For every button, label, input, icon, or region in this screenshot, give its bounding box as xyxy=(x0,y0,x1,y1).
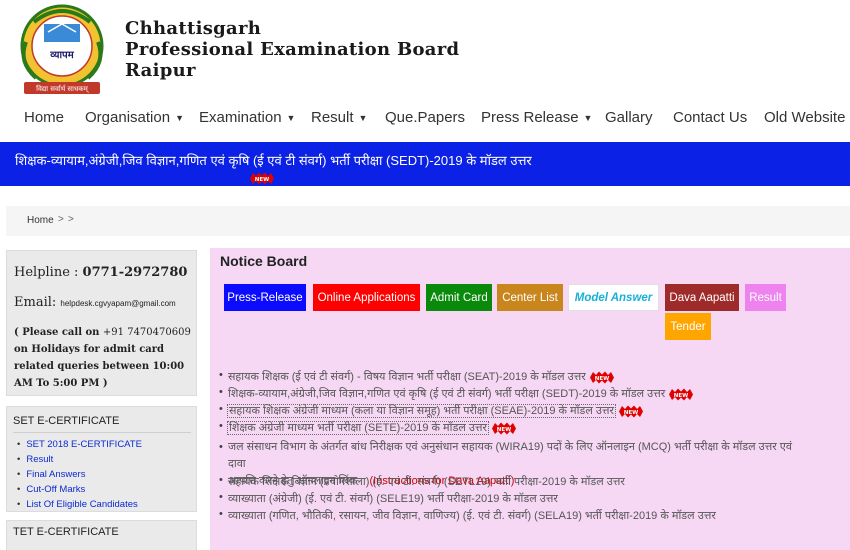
helpline: Helpline : 0771-2972780 xyxy=(14,265,187,280)
new-badge-icon: NEW xyxy=(619,405,644,418)
tab-center-list[interactable]: Center List xyxy=(497,284,563,311)
notice-item[interactable]: सहायक शिक्षक विज्ञान (प्रयोगशाला) (ई. एव… xyxy=(219,474,625,489)
set-certificate-list: SET 2018 E-CERTIFICATE Result Final Answ… xyxy=(17,437,142,512)
logo-motto: विद्या सर्वार्थ साधकम् xyxy=(36,84,89,93)
nav-old-website[interactable]: Old Website xyxy=(764,109,845,126)
nav-label: Examination xyxy=(199,108,282,126)
tab-tender[interactable]: Tender xyxy=(665,313,711,340)
new-badge-text: NEW xyxy=(674,393,688,399)
org-title-line2: Professional Examination Board xyxy=(125,39,460,60)
caret-down-icon: ▼ xyxy=(175,112,184,123)
nav-home[interactable]: Home xyxy=(24,109,64,126)
notice-item[interactable]: व्याख्याता (गणित, भौतिकी, रसायन, जीव विज… xyxy=(219,508,716,523)
notice-board-title: Notice Board xyxy=(220,253,308,269)
caret-down-icon: ▼ xyxy=(358,112,368,123)
notice-item-text: जल संसाधन विभाग के अंतर्गत बांध निरीक्षक… xyxy=(228,441,793,470)
email: Email: helpdesk.cgvyapam@gmail.com xyxy=(14,295,176,310)
set-eligible-link[interactable]: List Of Eligible Candidates xyxy=(17,497,142,512)
tet-certificate-heading: TET E-CERTIFICATE xyxy=(13,526,119,538)
nav-press-release[interactable]: Press Release ▼ xyxy=(481,109,592,126)
notice-item-text: सहायक शिक्षक विज्ञान (प्रयोगशाला) (ई. एव… xyxy=(228,476,625,488)
logo-text: व्यापम xyxy=(49,50,74,61)
nav-organisation[interactable]: Organisation ▼ xyxy=(85,109,184,126)
set-certificate-heading: SET E-CERTIFICATE xyxy=(13,415,120,427)
notice-item-text: सहायक शिक्षक अंग्रेजी माध्यम (कला या विज… xyxy=(227,404,616,418)
tab-model-answer[interactable]: Model Answer xyxy=(568,284,659,311)
breadcrumb-separator: > xyxy=(68,214,74,225)
nav-label: Result xyxy=(311,108,354,126)
notice-item-text: व्याख्याता (अंग्रेजी) (ई. एवं टी. संवर्ग… xyxy=(228,493,558,505)
notice-item[interactable]: सहायक शिक्षक अंग्रेजी माध्यम (कला या विज… xyxy=(219,403,644,418)
nav-label: Home xyxy=(24,108,65,126)
site-header: व्यापम विद्या सर्वार्थ साधकम् Chhattisga… xyxy=(0,0,850,100)
notice-item-text: शिक्षक-व्यायाम,अंग्रेजी,जिव विज्ञान,गणित… xyxy=(228,388,666,400)
notice-item[interactable]: शिक्षक-व्यायाम,अंग्रेजी,जिव विज्ञान,गणित… xyxy=(219,386,694,401)
new-badge-icon: NEW xyxy=(492,422,517,435)
new-badge-icon: NEW xyxy=(669,388,694,401)
set-final-answers-link[interactable]: Final Answers xyxy=(17,467,142,482)
nav-examination[interactable]: Examination ▼ xyxy=(199,109,295,126)
holiday-prefix: ( Please call on xyxy=(14,327,100,338)
org-title-line3: Raipur xyxy=(125,60,196,81)
helpline-label: Helpline : xyxy=(14,265,79,280)
notice-item[interactable]: सहायक शिक्षक (ई एवं टी संवर्ग) - विषय वि… xyxy=(219,369,615,384)
nav-gallary[interactable]: Gallary xyxy=(605,109,653,126)
notice-item-text: शिक्षक अंग्रेजी माध्यम भर्ती परीक्षा (SE… xyxy=(227,421,489,435)
tab-dava-aapatti[interactable]: Dava Aapatti xyxy=(665,284,739,311)
set-result-link[interactable]: Result xyxy=(17,452,142,467)
nav-contact-us[interactable]: Contact Us xyxy=(673,109,747,126)
notice-item[interactable]: शिक्षक अंग्रेजी माध्यम भर्ती परीक्षा (SE… xyxy=(219,420,517,435)
new-badge-text: NEW xyxy=(255,177,269,183)
tab-online-applications[interactable]: Online Applications xyxy=(313,284,420,311)
helpline-box: Helpline : 0771-2972780 Email: helpdesk.… xyxy=(6,250,197,396)
helpline-number: 0771-2972780 xyxy=(82,265,188,280)
new-badge-text: NEW xyxy=(595,376,609,382)
nav-result[interactable]: Result ▼ xyxy=(311,109,367,126)
set-cert-link[interactable]: SET 2018 E-CERTIFICATE xyxy=(17,437,142,452)
email-value[interactable]: helpdesk.cgvyapam@gmail.com xyxy=(60,299,175,308)
notice-item[interactable]: व्याख्याता (अंग्रेजी) (ई. एवं टी. संवर्ग… xyxy=(219,491,558,506)
news-ticker: शिक्षक-व्यायाम,अंग्रेजी,जिव विज्ञान,गणित… xyxy=(0,142,850,186)
breadcrumb-home[interactable]: Home xyxy=(27,215,54,226)
caret-down-icon: ▼ xyxy=(583,112,593,123)
new-badge-text: NEW xyxy=(497,427,511,433)
notice-item-text: व्याख्याता (गणित, भौतिकी, रसायन, जीव विज… xyxy=(228,510,716,522)
holiday-rest: on Holidays for admit card related queri… xyxy=(14,344,185,389)
holiday-phone: +91 7470470609 xyxy=(102,327,191,338)
new-badge-icon: NEW xyxy=(250,172,274,185)
divider xyxy=(13,432,191,433)
nav-label: Que.Papers xyxy=(385,108,466,126)
nav-label: Old Website xyxy=(764,108,846,126)
holiday-note: ( Please call on +91 7470470609 on Holid… xyxy=(14,324,194,392)
tab-result[interactable]: Result xyxy=(745,284,786,311)
notice-item-text: सहायक शिक्षक (ई एवं टी संवर्ग) - विषय वि… xyxy=(228,371,586,383)
new-badge-text: NEW xyxy=(624,410,638,416)
nav-label: Organisation xyxy=(85,108,171,126)
nav-label: Contact Us xyxy=(673,108,748,126)
nav-label: Press Release xyxy=(481,108,579,126)
main-nav: Home Organisation ▼ Examination ▼ Result ▼ … xyxy=(0,104,850,130)
ticker-link[interactable]: शिक्षक-व्यायाम,अंग्रेजी,जिव विज्ञान,गणित… xyxy=(15,151,532,169)
tet-certificate-box: TET E-CERTIFICATE xyxy=(6,520,197,550)
email-label: Email: xyxy=(14,295,57,310)
breadcrumb-separator: > xyxy=(58,214,64,225)
new-badge-icon: NEW xyxy=(589,371,614,384)
set-certificate-box: SET E-CERTIFICATE SET 2018 E-CERTIFICATE… xyxy=(6,406,197,512)
caret-down-icon: ▼ xyxy=(286,112,296,123)
org-title: Chhattisgarh Professional Examination Bo… xyxy=(125,18,459,81)
nav-label: Gallary xyxy=(605,108,653,126)
nav-que-papers[interactable]: Que.Papers xyxy=(385,109,465,126)
org-title-line1: Chhattisgarh xyxy=(125,18,262,39)
tab-press-release[interactable]: Press-Release xyxy=(224,284,306,311)
vyapam-logo[interactable]: व्यापम विद्या सर्वार्थ साधकम् xyxy=(4,2,120,98)
set-cutoff-link[interactable]: Cut-Off Marks xyxy=(17,482,142,497)
page: व्यापम विद्या सर्वार्थ साधकम् Chhattisga… xyxy=(0,0,850,550)
breadcrumb: Home > > xyxy=(6,206,850,236)
tab-admit-card[interactable]: Admit Card xyxy=(426,284,492,311)
